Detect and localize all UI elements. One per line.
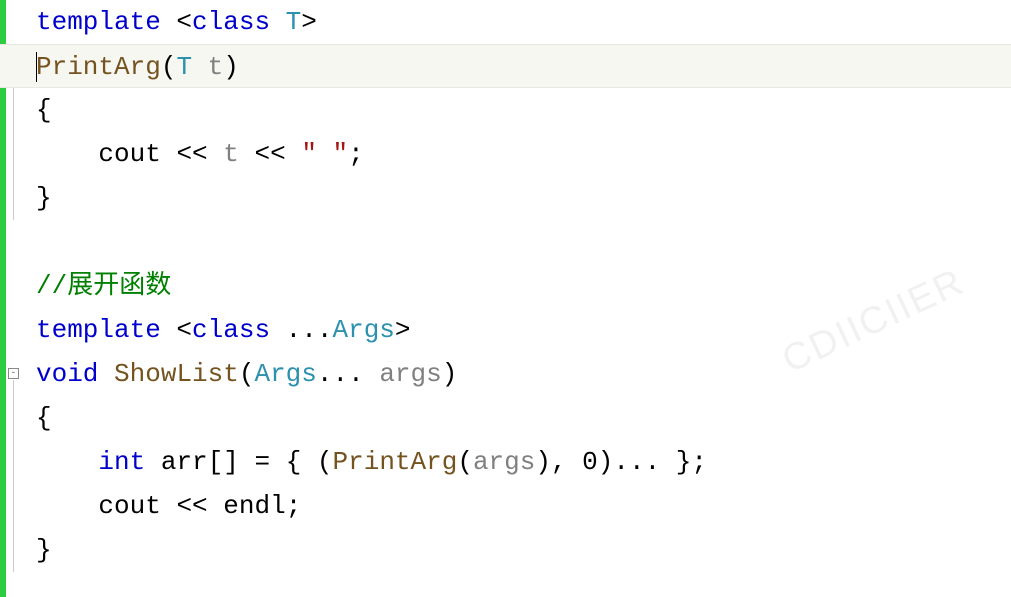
- code-line[interactable]: }: [36, 176, 1011, 220]
- paren: ): [223, 52, 239, 82]
- brackets: []: [208, 447, 239, 477]
- parameter: args: [473, 447, 535, 477]
- operator: =: [254, 447, 270, 477]
- type-name: T: [286, 7, 302, 37]
- keyword: class: [192, 315, 270, 345]
- space: [161, 491, 177, 521]
- code-line[interactable]: void ShowList(Args... args): [36, 352, 1011, 396]
- space: [364, 359, 380, 389]
- identifier: endl: [223, 491, 285, 521]
- code-line[interactable]: int arr[] = { (PrintArg(args), 0)... };: [36, 440, 1011, 484]
- identifier: cout: [98, 139, 160, 169]
- type-name: T: [176, 52, 192, 82]
- type-name: Args: [332, 315, 394, 345]
- function-name: PrintArg: [333, 447, 458, 477]
- space: [208, 491, 224, 521]
- function-name: PrintArg: [36, 52, 161, 82]
- space: [161, 139, 177, 169]
- paren: (: [239, 359, 255, 389]
- paren: (: [161, 52, 177, 82]
- operator: >: [395, 315, 411, 345]
- identifier: cout: [98, 491, 160, 521]
- indent: [36, 447, 98, 477]
- keyword: int: [98, 447, 145, 477]
- brace: {: [36, 95, 52, 125]
- code-line[interactable]: {: [36, 396, 1011, 440]
- code-line[interactable]: template <class ...Args>: [36, 308, 1011, 352]
- ellipsis: ...: [317, 359, 364, 389]
- operator: <<: [176, 139, 207, 169]
- indent: [36, 139, 98, 169]
- code-line[interactable]: template <class T>: [36, 0, 1011, 44]
- code-line[interactable]: cout << t << " ";: [36, 132, 1011, 176]
- operator: <: [161, 315, 192, 345]
- space: [270, 7, 286, 37]
- paren: (: [457, 447, 473, 477]
- code-editor: - - template <class T> PrintArg(T t) { c…: [0, 0, 1011, 597]
- fold-toggle-icon[interactable]: -: [8, 368, 19, 379]
- semicolon: ;: [286, 491, 302, 521]
- operator: >: [301, 7, 317, 37]
- comment: //展开函数: [36, 271, 171, 301]
- rest: ), 0)... };: [535, 447, 707, 477]
- fold-guide: [13, 72, 14, 220]
- parameter: t: [208, 52, 224, 82]
- space: [98, 359, 114, 389]
- keyword: template: [36, 315, 161, 345]
- parameter: t: [223, 139, 239, 169]
- operator: <<: [255, 139, 286, 169]
- code-line[interactable]: //展开函数: [36, 264, 1011, 308]
- code-area[interactable]: template <class T> PrintArg(T t) { cout …: [24, 0, 1011, 597]
- brace: {: [36, 403, 52, 433]
- space: [270, 447, 286, 477]
- code-line[interactable]: }: [36, 528, 1011, 572]
- operator: <<: [176, 491, 207, 521]
- space: [286, 139, 302, 169]
- brace: }: [36, 535, 52, 565]
- space: [239, 447, 255, 477]
- identifier: arr: [161, 447, 208, 477]
- space: [192, 52, 208, 82]
- space: [270, 315, 286, 345]
- operator: <: [161, 7, 192, 37]
- code-line[interactable]: {: [36, 88, 1011, 132]
- type-name: Args: [254, 359, 316, 389]
- keyword: template: [36, 7, 161, 37]
- space: [239, 139, 255, 169]
- code-line-active[interactable]: PrintArg(T t): [0, 44, 1011, 88]
- code-line[interactable]: [36, 220, 1011, 264]
- parameter: args: [379, 359, 441, 389]
- code-line[interactable]: cout << endl;: [36, 484, 1011, 528]
- semicolon: ;: [348, 139, 364, 169]
- ellipsis: ...: [286, 315, 333, 345]
- function-name: ShowList: [114, 359, 239, 389]
- space: [145, 447, 161, 477]
- brace: }: [36, 183, 52, 213]
- string-literal: " ": [301, 139, 348, 169]
- brace-paren: { (: [286, 447, 333, 477]
- indent: [36, 491, 98, 521]
- space: [208, 139, 224, 169]
- fold-guide: [13, 380, 14, 572]
- keyword: class: [192, 7, 270, 37]
- paren: ): [442, 359, 458, 389]
- gutter: - -: [6, 0, 24, 597]
- keyword: void: [36, 359, 98, 389]
